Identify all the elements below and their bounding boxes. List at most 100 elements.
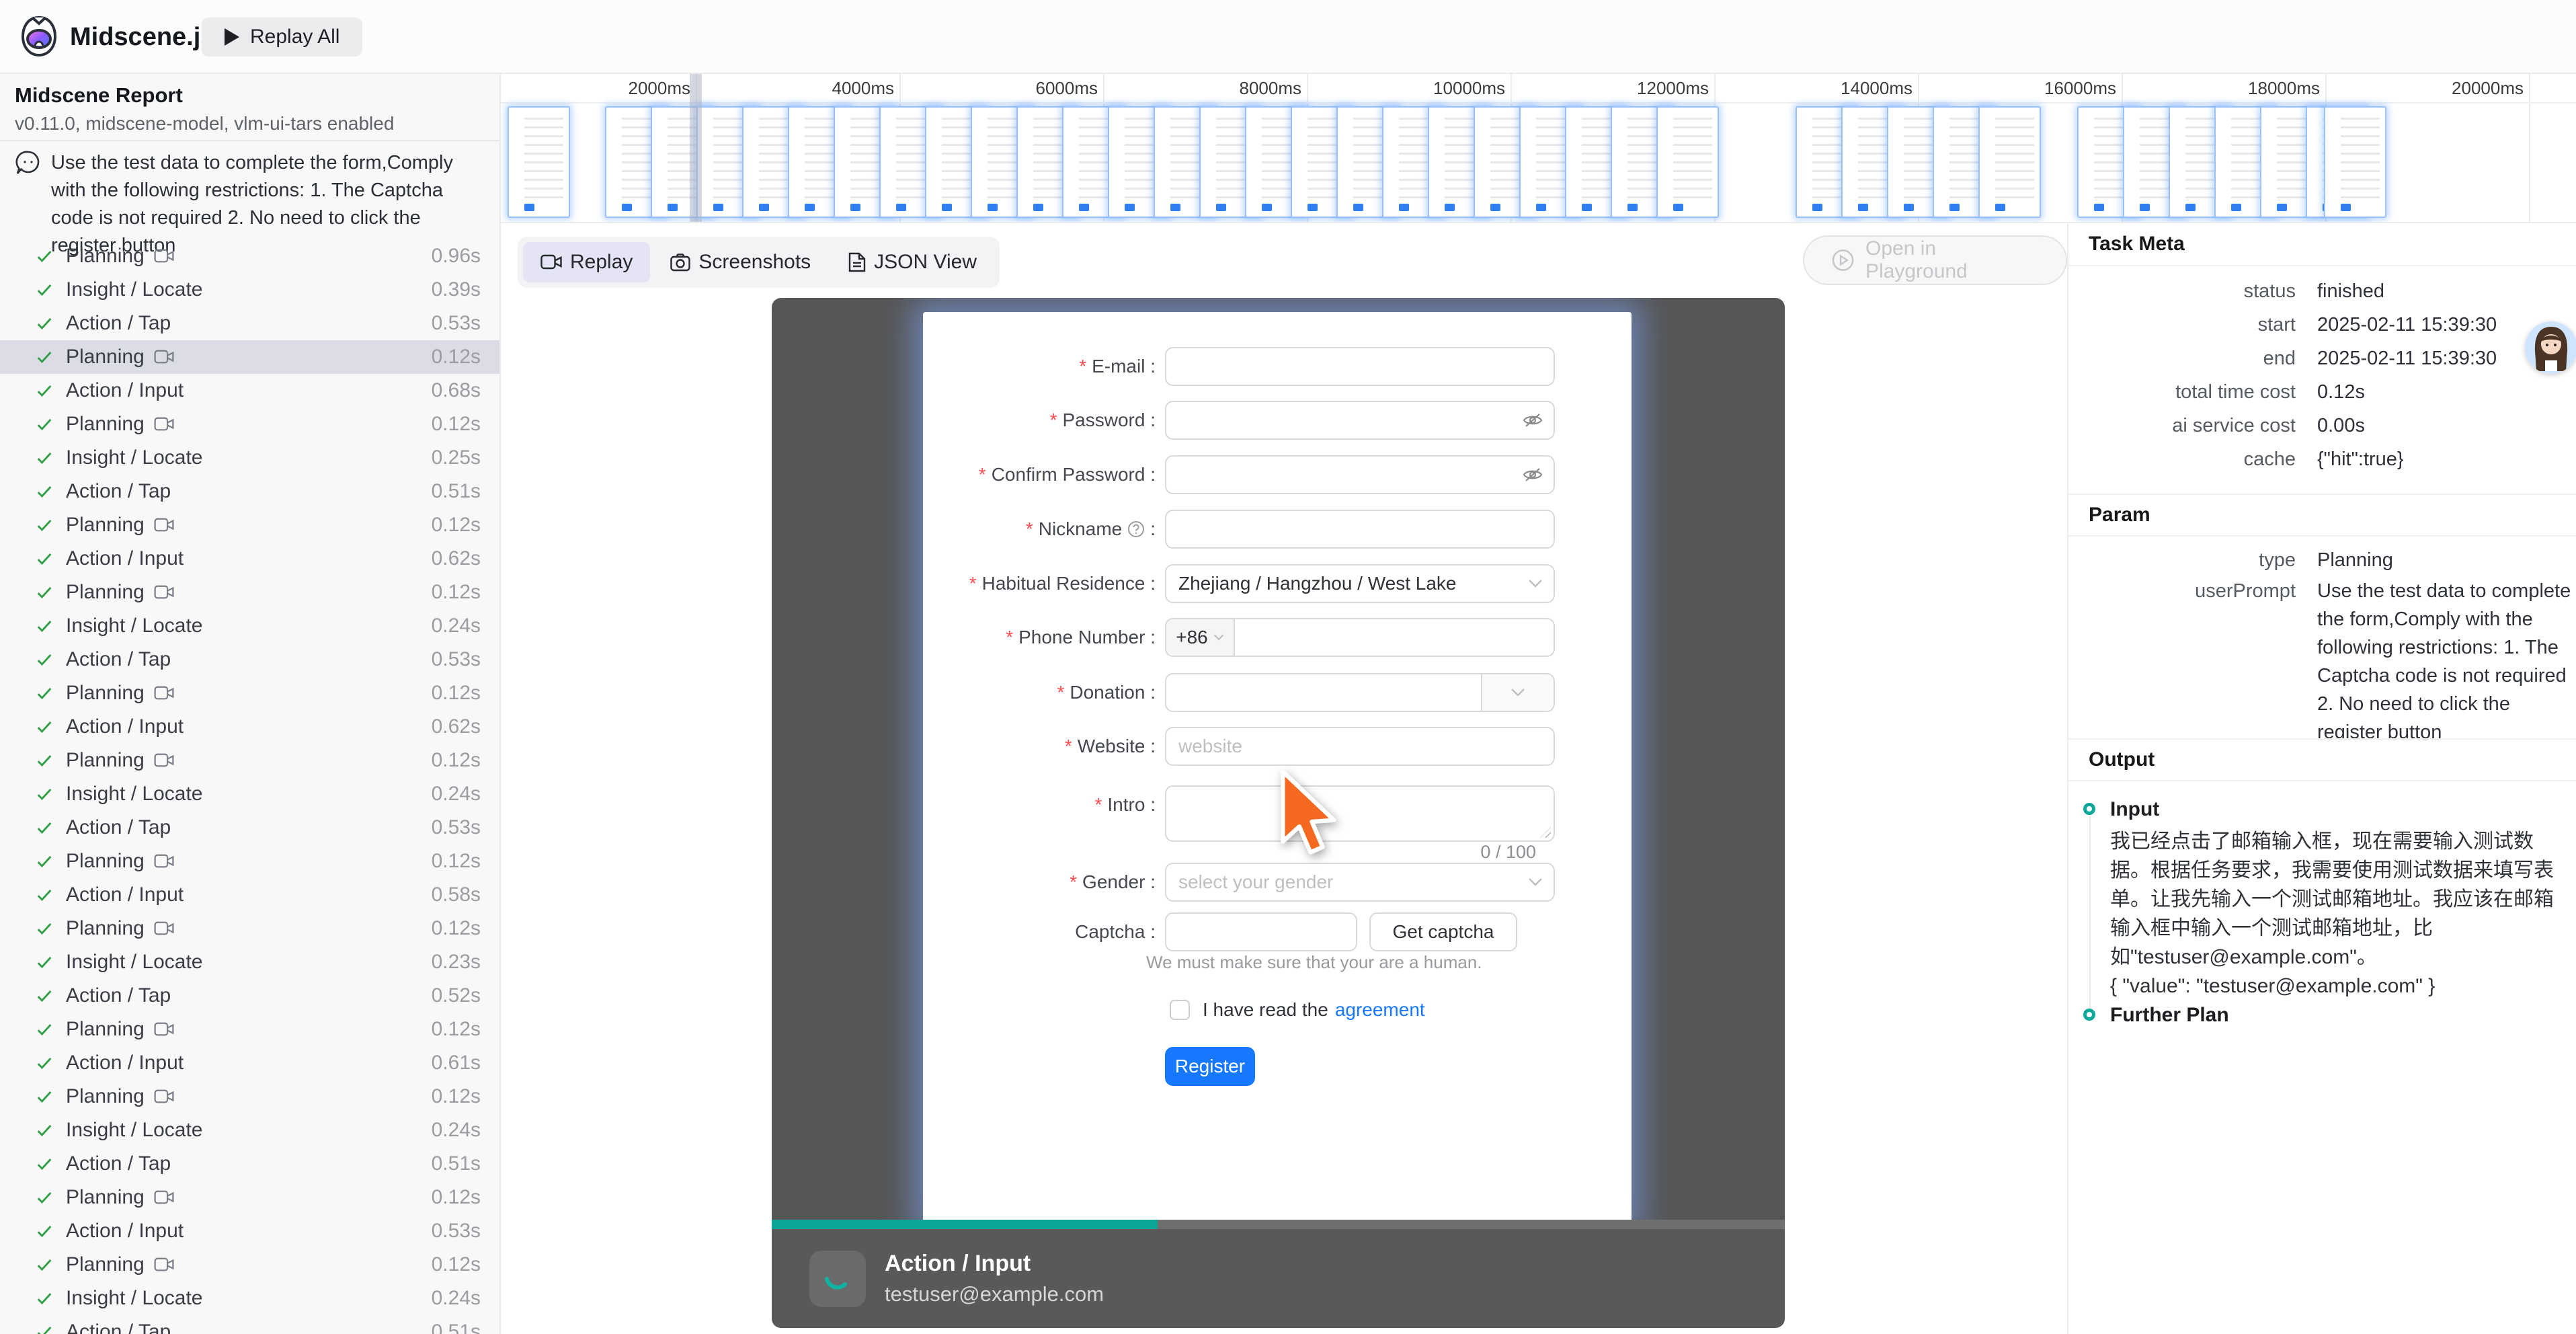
step-item[interactable]: Action / Input0.53s [0, 1214, 501, 1248]
captcha-input[interactable] [1165, 912, 1357, 951]
step-item[interactable]: Insight / Locate0.39s [0, 273, 501, 307]
agreement-checkbox[interactable] [1170, 1000, 1190, 1020]
tab-replay[interactable]: Replay [523, 242, 650, 282]
step-item[interactable]: Action / Input0.68s [0, 374, 501, 407]
step-item[interactable]: Planning0.12s [0, 508, 501, 542]
midscene-logo-icon [17, 15, 61, 58]
phone-input-group[interactable]: +86 [1165, 618, 1555, 657]
gender-select[interactable]: select your gender [1165, 863, 1555, 902]
eye-invisible-icon[interactable] [1523, 412, 1543, 428]
website-input[interactable] [1165, 727, 1555, 766]
website-input-field[interactable] [1166, 728, 1554, 764]
thumbnail-sketch [524, 118, 563, 202]
step-item[interactable]: Action / Input0.58s [0, 878, 501, 912]
thumbnail-button-mark [2341, 204, 2351, 211]
email-input[interactable] [1165, 347, 1555, 386]
step-item[interactable]: Action / Input0.62s [0, 710, 501, 744]
password-input[interactable] [1165, 401, 1555, 440]
step-item[interactable]: Planning0.12s [0, 340, 501, 374]
view-tabbar: Replay Screenshots JSON View [518, 237, 1000, 288]
step-item[interactable]: Planning0.12s [0, 1080, 501, 1113]
timeline-thumbnail[interactable] [508, 106, 570, 218]
agreement-link[interactable]: agreement [1335, 999, 1425, 1021]
current-time-indicator[interactable] [690, 74, 702, 223]
replay-all-button[interactable]: Replay All [202, 17, 362, 56]
donation-unit-select[interactable] [1481, 674, 1554, 711]
step-item[interactable]: Planning0.12s [0, 744, 501, 777]
step-item[interactable]: Planning0.12s [0, 1181, 501, 1214]
ruler-divider [501, 102, 2576, 104]
open-in-playground-button[interactable]: Open in Playground [1803, 235, 2067, 285]
step-item[interactable]: Action / Tap0.51s [0, 475, 501, 508]
agreement-prefix-text: I have read the [1203, 999, 1328, 1021]
kv-row: ai service cost0.00s [2068, 409, 2576, 442]
chevron-down-icon [1213, 634, 1224, 641]
step-item[interactable]: Planning0.12s [0, 676, 501, 710]
step-item[interactable]: Planning0.12s [0, 1013, 501, 1046]
step-item[interactable]: Action / Input0.62s [0, 542, 501, 576]
check-icon [35, 1121, 54, 1140]
donation-input-group[interactable] [1165, 673, 1555, 712]
step-item[interactable]: Planning0.12s [0, 576, 501, 609]
video-camera-icon [154, 685, 174, 701]
step-item[interactable]: Insight / Locate0.24s [0, 777, 501, 811]
resize-handle[interactable] [1540, 827, 1551, 838]
email-input-field[interactable] [1166, 348, 1554, 385]
timeline-thumbnail[interactable] [1656, 106, 1719, 218]
step-item[interactable]: Action / Tap0.53s [0, 643, 501, 676]
step-item[interactable]: Action / Input0.61s [0, 1046, 501, 1080]
question-circle-icon[interactable] [1127, 520, 1145, 538]
step-item[interactable]: Planning0.96s [0, 239, 501, 273]
timeline[interactable]: 2000ms4000ms6000ms8000ms10000ms12000ms14… [501, 74, 2576, 223]
step-duration: 0.51s [432, 480, 481, 503]
nickname-input[interactable] [1165, 510, 1555, 549]
thumbnail-button-mark [1536, 204, 1546, 211]
residence-select[interactable]: Zhejiang / Hangzhou / West Lake [1165, 564, 1555, 603]
assistant-avatar[interactable] [2525, 321, 2576, 374]
step-item[interactable]: Insight / Locate0.25s [0, 441, 501, 475]
step-item[interactable]: Planning0.12s [0, 1248, 501, 1282]
confirm-password-input[interactable] [1165, 455, 1555, 494]
nickname-colon: : [1150, 518, 1156, 540]
app-header: Midscene.js Replay All [0, 0, 2576, 74]
phone-prefix-select[interactable]: +86 [1166, 619, 1235, 656]
step-item[interactable]: Insight / Locate0.24s [0, 609, 501, 643]
captcha-input-field[interactable] [1166, 914, 1356, 950]
output-input-title: Input [2110, 798, 2159, 821]
intro-textarea[interactable] [1165, 785, 1555, 842]
step-label: Action / Input [66, 1052, 184, 1074]
step-item[interactable]: Action / Tap0.51s [0, 1147, 501, 1181]
replay-progress-bar[interactable] [772, 1220, 1785, 1229]
timeline-thumbnail[interactable] [1978, 106, 2041, 218]
spinner-icon [809, 1251, 866, 1307]
get-captcha-button[interactable]: Get captcha [1369, 912, 1517, 951]
step-item[interactable]: Insight / Locate0.23s [0, 945, 501, 979]
step-item[interactable]: Action / Tap0.53s [0, 307, 501, 340]
step-duration: 0.52s [432, 984, 481, 1007]
email-label: *E-mail : [942, 347, 1156, 386]
step-item[interactable]: Planning0.12s [0, 912, 501, 945]
nickname-input-field[interactable] [1166, 511, 1554, 547]
tab-screenshots-label: Screenshots [698, 251, 811, 274]
eye-invisible-icon[interactable] [1523, 467, 1543, 483]
confirm-password-input-field[interactable] [1166, 457, 1523, 493]
step-item[interactable]: Action / Tap0.52s [0, 979, 501, 1013]
phone-input-field[interactable] [1235, 619, 1554, 656]
register-button[interactable]: Register [1165, 1047, 1255, 1086]
step-item[interactable]: Planning0.12s [0, 845, 501, 878]
step-item[interactable]: Insight / Locate0.24s [0, 1113, 501, 1147]
tab-json-view[interactable]: JSON View [831, 242, 994, 282]
step-item[interactable]: Insight / Locate0.24s [0, 1282, 501, 1315]
check-icon [35, 482, 54, 501]
step-item[interactable]: Action / Tap0.51s [0, 1315, 501, 1334]
thumbnail-button-mark [1812, 204, 1822, 211]
step-item[interactable]: Planning0.12s [0, 407, 501, 441]
timeline-thumbnail[interactable] [2324, 106, 2386, 218]
tab-screenshots[interactable]: Screenshots [653, 242, 828, 282]
password-input-field[interactable] [1166, 402, 1523, 438]
kv-label: cache [2068, 448, 2296, 471]
video-camera-icon [154, 853, 174, 869]
donation-input-field[interactable] [1166, 674, 1481, 711]
thumbnail-button-mark [1949, 204, 1960, 211]
step-item[interactable]: Action / Tap0.53s [0, 811, 501, 845]
